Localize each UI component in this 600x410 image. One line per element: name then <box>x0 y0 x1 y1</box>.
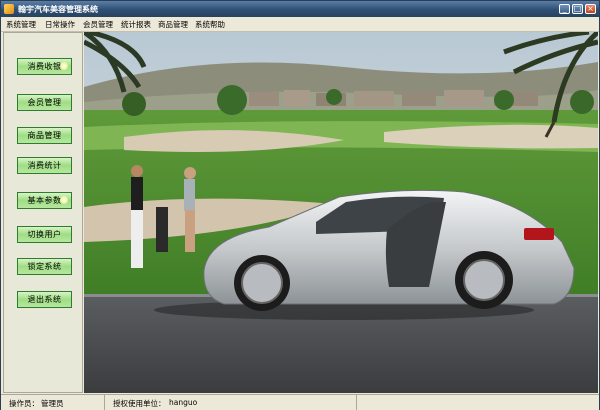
maximize-button[interactable]: □ <box>572 4 583 14</box>
menu-bar: 系统管理 日常操作 会员管理 统计报表 商品管理 系统帮助 <box>1 17 599 32</box>
consumption-stats-label: 消费统计 <box>27 161 62 170</box>
menu-statistics-reports[interactable]: 统计报表 <box>121 19 151 30</box>
status-license-cell: 授权使用单位： hanguo <box>105 395 357 410</box>
member-management-label: 会员管理 <box>27 98 62 107</box>
window-title: 翰宇汽车美容管理系统 <box>18 5 98 14</box>
basic-params-label: 基本参数 <box>27 196 62 205</box>
close-icon: × <box>587 4 594 13</box>
lock-system-label: 锁定系统 <box>27 262 62 271</box>
sparkle-icon <box>60 62 68 70</box>
golf-car-illustration <box>84 32 598 393</box>
switch-user-label: 切换用户 <box>27 230 62 239</box>
sparkle-icon <box>60 196 68 204</box>
consumption-stats-button[interactable]: 消费统计 <box>17 157 72 174</box>
exit-system-label: 退出系统 <box>27 295 62 304</box>
sidebar: 消费收银 会员管理 商品管理 消费统计 基本参数 切换用户 锁定系统 退出系统 <box>3 32 83 393</box>
license-value: hanguo <box>169 398 198 407</box>
exit-system-button[interactable]: 退出系统 <box>17 291 72 308</box>
status-bar: 操作员： 管理员 授权使用单位： hanguo <box>1 394 599 410</box>
menu-system-help[interactable]: 系统帮助 <box>195 19 225 30</box>
basic-params-button[interactable]: 基本参数 <box>17 192 72 209</box>
operator-label: 操作员： <box>9 399 39 408</box>
checkout-button-label: 消费收银 <box>27 62 62 71</box>
lock-system-button[interactable]: 锁定系统 <box>17 258 72 275</box>
app-logo-icon <box>4 4 14 14</box>
checkout-button[interactable]: 消费收银 <box>17 58 72 75</box>
maximize-icon: □ <box>573 4 582 13</box>
switch-user-button[interactable]: 切换用户 <box>17 226 72 243</box>
license-label: 授权使用单位： <box>113 399 166 408</box>
menu-daily-operations[interactable]: 日常操作 <box>45 19 75 30</box>
menu-product-management[interactable]: 商品管理 <box>158 19 188 30</box>
operator-value: 管理员 <box>41 399 64 408</box>
menu-member-management[interactable]: 会员管理 <box>83 19 113 30</box>
minimize-button[interactable]: _ <box>559 4 570 14</box>
product-management-label: 商品管理 <box>27 131 62 140</box>
minimize-icon: _ <box>562 4 567 13</box>
status-operator-cell: 操作员： 管理员 <box>1 395 105 410</box>
main-picture-area <box>84 32 598 393</box>
product-management-button[interactable]: 商品管理 <box>17 127 72 144</box>
app-window: 翰宇汽车美容管理系统 _ □ × 系统管理 日常操作 会员管理 统计报表 商品管… <box>0 0 600 410</box>
member-management-button[interactable]: 会员管理 <box>17 94 72 111</box>
menu-system-management[interactable]: 系统管理 <box>6 19 36 30</box>
close-button[interactable]: × <box>585 4 596 14</box>
title-bar[interactable]: 翰宇汽车美容管理系统 _ □ × <box>1 1 599 17</box>
